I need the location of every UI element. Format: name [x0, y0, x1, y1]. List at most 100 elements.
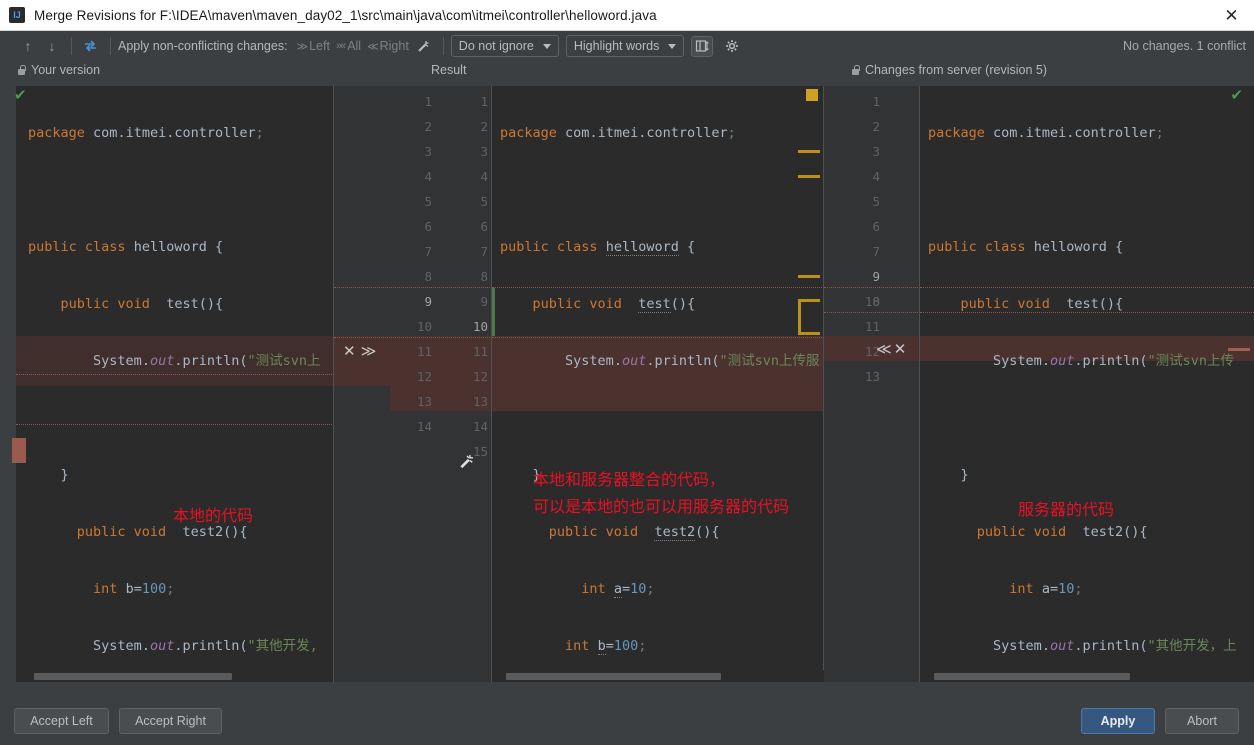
next-difference-icon[interactable]: ↓ [40, 34, 64, 58]
chevron-left-icon: ≪ [367, 40, 378, 53]
ignore-policy-value: Do not ignore [458, 39, 534, 53]
code-line: System.out.println("测试svn上传服 [565, 353, 820, 369]
line-number: 3 [424, 144, 432, 159]
center-pane-hscrollbar[interactable] [492, 670, 824, 682]
code-line: System.out.println("其他开发, [93, 638, 318, 654]
center-linenos-left: 1 2 3 4 5 6 7 8 9 10 11 12 13 14 [362, 89, 432, 682]
code-line: package com.itmei.controller; [500, 125, 736, 141]
line-number: 12 [416, 369, 432, 384]
result-error-stripe-marker[interactable] [806, 89, 818, 101]
apply-left-button[interactable]: ≫ Left [297, 39, 330, 53]
apply-change-right-icon[interactable]: ≫ [361, 344, 377, 359]
ignore-policy-select[interactable]: Do not ignore [450, 35, 559, 57]
toolbar: ↑ ↓ Apply non-conflicting changes: ≫ Lef… [0, 31, 1254, 61]
collapse-unchanged-button[interactable] [691, 35, 714, 57]
right-gutter-pane[interactable]: 1 2 3 4 5 6 7 9 10 11 12 13 8 ≪ ✕ [824, 86, 920, 682]
center-linenos-right: 1 2 3 4 5 6 7 8 9 10 11 12 13 14 15 [432, 89, 488, 682]
apply-all-button[interactable]: »« All [336, 39, 361, 53]
accept-left-button[interactable]: Accept Left [14, 708, 109, 734]
magic-wand-icon[interactable] [412, 34, 436, 58]
left-pane-gutter[interactable] [0, 86, 16, 682]
merge-status-text: No changes. 1 conflict [1123, 39, 1246, 53]
line-number: 6 [872, 219, 880, 234]
close-icon[interactable]: ✕ [1209, 0, 1254, 31]
line-number: 10 [472, 319, 488, 334]
reject-change-icon[interactable]: ✕ [894, 342, 907, 357]
settings-button[interactable] [720, 34, 744, 58]
right-pane-hscrollbar-thumb[interactable] [934, 673, 1130, 680]
code-line: public class helloword { [928, 239, 1124, 255]
right-pane-code[interactable]: package com.itmei.controller; public cla… [928, 89, 1237, 682]
app-icon: IJ [9, 7, 25, 23]
code-line: public void test2(){ [548, 524, 720, 541]
apply-arrows-icon [85, 40, 96, 52]
line-number: 7 [872, 244, 880, 259]
line-number: 1 [424, 94, 432, 109]
code-line: public class helloword { [28, 239, 224, 255]
center-conflict-actions[interactable]: ✕ ≫ [343, 344, 377, 359]
bottom-button-bar: Accept Left Accept Right Apply Abort [0, 694, 1254, 745]
center-pane-hscrollbar-thumb[interactable] [506, 673, 721, 680]
right-conflict-actions[interactable]: ≪ ✕ [876, 342, 906, 357]
left-conflict-caret [12, 438, 26, 463]
line-number: 5 [480, 194, 488, 209]
line-number: 14 [472, 419, 488, 434]
merge-area: ✔ package com.itmei.controller; public c… [0, 86, 1254, 682]
apply-change-left-icon[interactable]: ≪ [876, 342, 892, 357]
magic-wand-glyph [418, 40, 429, 52]
apply-right-label: Right [379, 39, 409, 53]
apply-nonconflicting-label: Apply non-conflicting changes: [118, 39, 288, 53]
left-pane-caption: Your version [17, 61, 100, 79]
center-magic-resolve-icon[interactable] [458, 453, 475, 473]
result-edge-change-box [798, 299, 820, 335]
line-number: 13 [416, 394, 432, 409]
lock-icon [17, 64, 26, 76]
line-number: 13 [472, 394, 488, 409]
code-line: System.out.println("其他开发，上 [993, 638, 1237, 654]
line-number: 9 [480, 294, 488, 309]
line-number: 8 [424, 269, 432, 284]
apply-all-non-conflicting-icon[interactable] [79, 34, 103, 58]
result-edge-dash-2 [798, 175, 820, 178]
apply-button[interactable]: Apply [1081, 708, 1155, 734]
left-pane-status-ok-icon: ✔ [14, 86, 27, 104]
window-titlebar: IJ Merge Revisions for F:\IDEA\maven\mav… [0, 0, 1254, 31]
code-line: package com.itmei.controller; [928, 125, 1164, 141]
left-pane-hscrollbar-thumb[interactable] [34, 673, 232, 680]
toolbar-separator-3 [442, 37, 444, 55]
highlight-policy-select[interactable]: Highlight words [565, 35, 685, 57]
code-line: int a=10; [581, 581, 655, 598]
abort-button[interactable]: Abort [1165, 708, 1239, 734]
result-change-bar-green [492, 288, 495, 336]
lock-icon [851, 64, 860, 76]
code-line: int b=100; [565, 638, 647, 655]
code-line: public class helloword { [500, 239, 696, 256]
line-number: 4 [872, 169, 880, 184]
magic-wand-glyph [460, 455, 473, 469]
reject-change-icon[interactable]: ✕ [343, 344, 356, 359]
accept-right-button[interactable]: Accept Right [119, 708, 222, 734]
line-number: 14 [416, 419, 432, 434]
chevron-right-icon: ≫ [296, 40, 308, 53]
line-number: 7 [424, 244, 432, 259]
center-pane-caption-label: Result [431, 63, 467, 77]
line-number: 11 [472, 344, 488, 359]
left-pane[interactable]: ✔ package com.itmei.controller; public c… [0, 86, 334, 682]
center-gutter-pane[interactable]: 1 2 3 4 5 6 7 8 9 10 11 12 13 14 1 2 3 4… [334, 86, 492, 682]
line-number: 2 [424, 119, 432, 134]
apply-right-button[interactable]: ≪ Right [367, 39, 409, 53]
right-pane-hscrollbar[interactable] [920, 670, 1254, 682]
gear-icon [726, 39, 738, 52]
center-pane-code[interactable]: package com.itmei.controller; public cla… [500, 89, 820, 682]
toolbar-separator-1 [71, 37, 72, 55]
right-pane[interactable]: ✔ package com.itmei.controller; public c… [920, 86, 1254, 682]
center-result-pane[interactable]: package com.itmei.controller; public cla… [492, 86, 824, 682]
line-number: 3 [480, 144, 488, 159]
left-pane-hscrollbar[interactable] [16, 670, 333, 682]
left-pane-code[interactable]: package com.itmei.controller; public cla… [28, 89, 321, 682]
previous-difference-icon[interactable]: ↑ [16, 34, 40, 58]
highlight-policy-value: Highlight words [573, 39, 660, 53]
